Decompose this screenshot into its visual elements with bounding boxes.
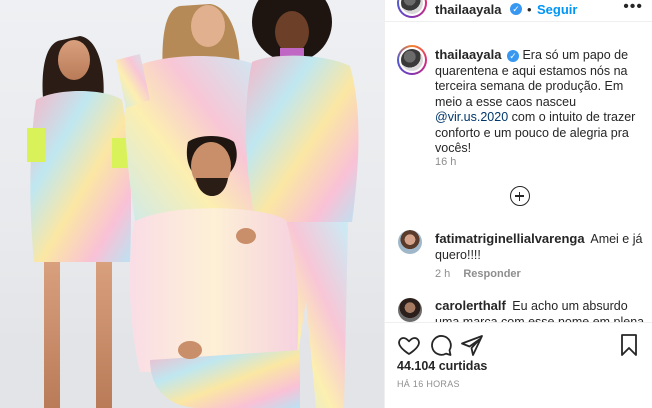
- follow-button[interactable]: Seguir: [537, 2, 577, 17]
- likes-number: 44.104: [397, 359, 436, 373]
- verified-badge-icon: ✓: [506, 49, 519, 62]
- comment-avatar[interactable]: [398, 298, 422, 322]
- bookmark-icon[interactable]: [617, 333, 641, 357]
- likes-label: curtidas: [438, 359, 488, 373]
- post-caption: thailaayala ✓ Era só um papo de quarente…: [435, 47, 645, 157]
- post-photo[interactable]: [0, 0, 384, 408]
- load-more-comments-icon[interactable]: [510, 186, 530, 206]
- comment-item: carolerthalf Eu acho um absurdo uma marc…: [435, 298, 647, 322]
- comment-username-link[interactable]: fatimatriginellialvarenga: [435, 231, 585, 246]
- photo-illustration: [0, 0, 384, 408]
- comment-meta: 2 h Responder: [435, 268, 521, 280]
- verified-badge-icon: ✓: [510, 3, 522, 15]
- likes-count[interactable]: 44.104 curtidas: [397, 359, 487, 373]
- author-avatar[interactable]: [397, 0, 427, 18]
- separator-dot: •: [527, 2, 532, 17]
- author-username-link[interactable]: thailaayala: [435, 2, 502, 17]
- caption-username-link[interactable]: thailaayala: [435, 47, 502, 62]
- post-actions-bar: 44.104 curtidas HÁ 16 HORAS: [385, 322, 652, 408]
- reply-button[interactable]: Responder: [463, 268, 520, 280]
- heart-icon[interactable]: [397, 333, 421, 357]
- comment-bubble-icon[interactable]: [429, 333, 453, 357]
- comment-username-link[interactable]: carolerthalf: [435, 298, 506, 313]
- caption-timestamp: 16 h: [435, 156, 457, 168]
- post-header: thailaayala ✓ • Seguir •••: [385, 0, 652, 22]
- more-options-icon[interactable]: •••: [623, 0, 643, 16]
- caption-mention-link[interactable]: @vir.us.2020: [435, 110, 508, 124]
- share-plane-icon[interactable]: [460, 333, 484, 357]
- caption-author-avatar[interactable]: [397, 45, 427, 75]
- comment-avatar[interactable]: [398, 230, 422, 254]
- post-date: HÁ 16 HORAS: [397, 379, 460, 389]
- comment-item: fatimatriginellialvarenga Amei e já quer…: [435, 231, 647, 263]
- post-side-panel: thailaayala ✓ • Seguir ••• thailaayala ✓…: [384, 0, 652, 408]
- comment-timestamp: 2 h: [435, 268, 451, 280]
